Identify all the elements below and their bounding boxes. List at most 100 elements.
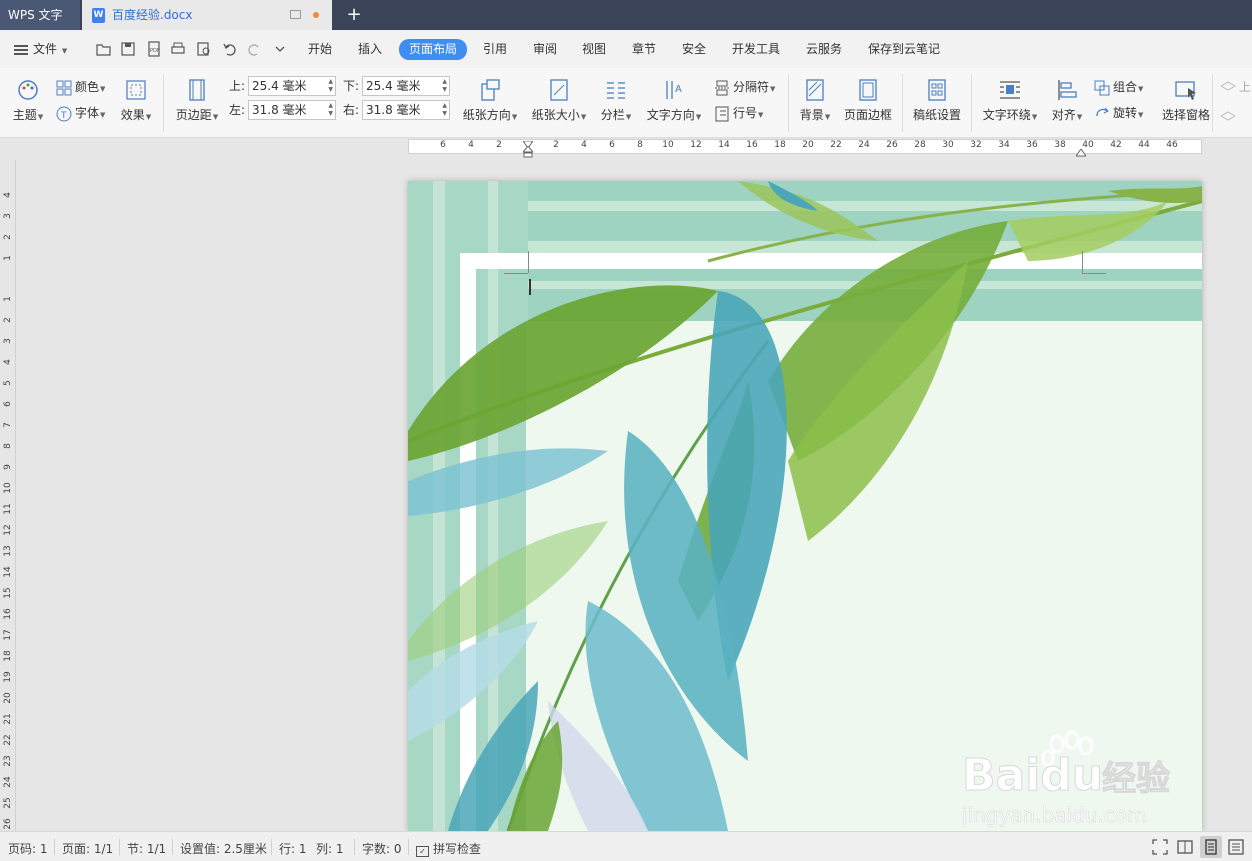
status-bar: 页码: 1 页面: 1/1 节: 1/1 设置值: 2.5厘米 行: 1 列: … xyxy=(0,831,1252,861)
right-margin-label: 右: xyxy=(343,103,360,117)
crop-mark xyxy=(528,251,529,273)
ruler-tick: 20 xyxy=(802,140,814,150)
left-margin-input[interactable]: 31.8 毫米 ▲ ▼ xyxy=(248,100,336,120)
selection-pane-button[interactable]: 选择窗格 xyxy=(1160,78,1212,123)
status-page-number[interactable]: 页码: 1 xyxy=(8,840,48,857)
margins-button[interactable]: 页边距▼ xyxy=(173,78,221,123)
vertical-ruler[interactable]: 4 3 2 1 1 2 3 4 5 6 7 8 9 10 11 12 13 14 15 16 17 18 19 20 21 22 2… xyxy=(0,160,16,831)
effect-button[interactable]: 效果▼ xyxy=(118,78,154,123)
bottom-margin-input[interactable]: 25.4 毫米 ▲ ▼ xyxy=(362,76,450,96)
redo-icon[interactable] xyxy=(246,41,262,57)
line-numbers-button[interactable]: 行号▼ xyxy=(714,103,763,123)
monitor-icon[interactable] xyxy=(290,10,301,19)
group-button[interactable]: 组合▼ xyxy=(1094,77,1143,97)
word-doc-icon: W xyxy=(92,8,105,23)
tab-view[interactable]: 视图 xyxy=(582,39,606,60)
unsaved-dot-icon xyxy=(313,12,319,18)
status-section[interactable]: 节: 1/1 xyxy=(127,840,166,857)
status-word-count[interactable]: 字数: 0 xyxy=(362,840,402,857)
crop-mark xyxy=(1082,251,1083,273)
text-wrap-button[interactable]: 文字环绕▼ xyxy=(980,78,1040,123)
print-preview-icon[interactable] xyxy=(196,41,212,57)
ruler-tick: 1 xyxy=(3,296,13,302)
customize-toolbar-icon[interactable] xyxy=(272,41,288,57)
ruler-tick: 21 xyxy=(3,713,13,725)
first-indent-marker[interactable] xyxy=(522,138,534,149)
status-row[interactable]: 行: 1 xyxy=(279,840,307,857)
page-view-icon[interactable] xyxy=(1200,836,1222,858)
paper-size-button[interactable]: 纸张大小▼ xyxy=(531,78,587,123)
ruler-tick: 4 xyxy=(468,140,474,150)
ruler-tick: 7 xyxy=(3,422,13,428)
ruler-tick: 16 xyxy=(3,608,13,620)
status-pages[interactable]: 页面: 1/1 xyxy=(62,840,113,857)
color-button[interactable]: 颜色▼ xyxy=(56,77,105,97)
ruler-tick: 44 xyxy=(1138,140,1150,150)
hanging-indent-marker[interactable] xyxy=(521,145,535,158)
tab-security[interactable]: 安全 xyxy=(682,39,706,60)
ruler-tick: 1 xyxy=(3,255,13,261)
align-button[interactable]: 对齐▼ xyxy=(1049,78,1085,123)
theme-button[interactable]: 主题▼ xyxy=(10,78,46,123)
bring-forward-button[interactable]: 上 xyxy=(1219,77,1251,97)
divider xyxy=(902,74,903,132)
orientation-button[interactable]: 纸张方向▼ xyxy=(462,78,518,123)
tab-cloud-service[interactable]: 云服务 xyxy=(806,39,842,60)
tab-start[interactable]: 开始 xyxy=(308,39,332,60)
svg-text:A: A xyxy=(675,84,682,95)
rotate-button[interactable]: 旋转▼ xyxy=(1094,103,1143,123)
status-setting-value[interactable]: 设置值: 2.5厘米 xyxy=(180,840,267,857)
outline-view-icon[interactable] xyxy=(1228,839,1244,858)
top-margin-input[interactable]: 25.4 毫米 ▲ ▼ xyxy=(248,76,336,96)
ruler-tick: 14 xyxy=(718,140,730,150)
text-direction-button[interactable]: A 文字方向▼ xyxy=(645,78,703,123)
document-tab[interactable]: W 百度经验.docx xyxy=(82,0,332,30)
page-border-button[interactable]: 页面边框 xyxy=(843,78,893,123)
ruler-tick: 18 xyxy=(774,140,786,150)
tab-save-to-cloud-notes[interactable]: 保存到云笔记 xyxy=(868,39,940,60)
font-button[interactable]: T 字体▼ xyxy=(56,103,105,123)
open-folder-icon[interactable] xyxy=(96,41,112,57)
file-menu-button[interactable]: 文件 ▼ xyxy=(14,39,67,59)
bottom-margin-label: 下: xyxy=(343,79,360,93)
ruler-tick: 2 xyxy=(553,140,559,150)
right-margin-input[interactable]: 31.8 毫米 ▲ ▼ xyxy=(362,100,450,120)
tab-review[interactable]: 审阅 xyxy=(533,39,557,60)
breaks-button[interactable]: 分隔符▼ xyxy=(714,77,775,97)
background-button[interactable]: 背景▼ xyxy=(797,78,833,123)
crop-mark xyxy=(1082,273,1106,274)
pdf-export-icon[interactable]: PDF xyxy=(146,41,162,57)
hamburger-icon xyxy=(14,43,28,57)
tab-developer[interactable]: 开发工具 xyxy=(732,39,780,60)
status-column[interactable]: 列: 1 xyxy=(316,840,344,857)
crop-mark xyxy=(504,273,528,274)
send-backward-button[interactable] xyxy=(1219,103,1239,123)
tab-chapter[interactable]: 章节 xyxy=(632,39,656,60)
manuscript-grid-icon xyxy=(928,79,946,101)
manuscript-settings-button[interactable]: 稿纸设置 xyxy=(911,78,963,123)
app-tab[interactable]: WPS 文字 xyxy=(0,0,80,30)
new-tab-button[interactable]: + xyxy=(344,3,364,27)
group-icon xyxy=(1094,80,1110,95)
ruler-tick: 6 xyxy=(3,401,13,407)
print-icon[interactable] xyxy=(170,41,186,57)
spell-check-button[interactable]: ✓ 拼写检查 xyxy=(416,840,481,857)
undo-icon[interactable] xyxy=(222,41,238,57)
ruler-tick: 4 xyxy=(581,140,587,150)
tab-references[interactable]: 引用 xyxy=(483,39,507,60)
right-indent-marker[interactable] xyxy=(1075,146,1087,157)
fullscreen-icon[interactable] xyxy=(1152,839,1168,858)
tab-insert[interactable]: 插入 xyxy=(358,39,382,60)
ruler-tick: 12 xyxy=(690,140,702,150)
ruler-tick: 24 xyxy=(3,776,13,788)
ruler-tick: 22 xyxy=(830,140,842,150)
svg-text:PDF: PDF xyxy=(150,48,160,54)
save-icon[interactable] xyxy=(120,41,136,57)
horizontal-ruler[interactable]: 6 4 2 2 4 6 8 10 12 14 16 18 20 22 24 26 28 30 32 34 36 38 40 4… xyxy=(0,138,1252,160)
palette-icon xyxy=(18,80,38,100)
color-icon xyxy=(56,80,72,95)
columns-button[interactable]: 分栏▼ xyxy=(600,78,632,123)
reading-view-icon[interactable] xyxy=(1177,839,1193,858)
tab-page-layout[interactable]: 页面布局 xyxy=(399,39,468,60)
divider xyxy=(788,74,789,132)
